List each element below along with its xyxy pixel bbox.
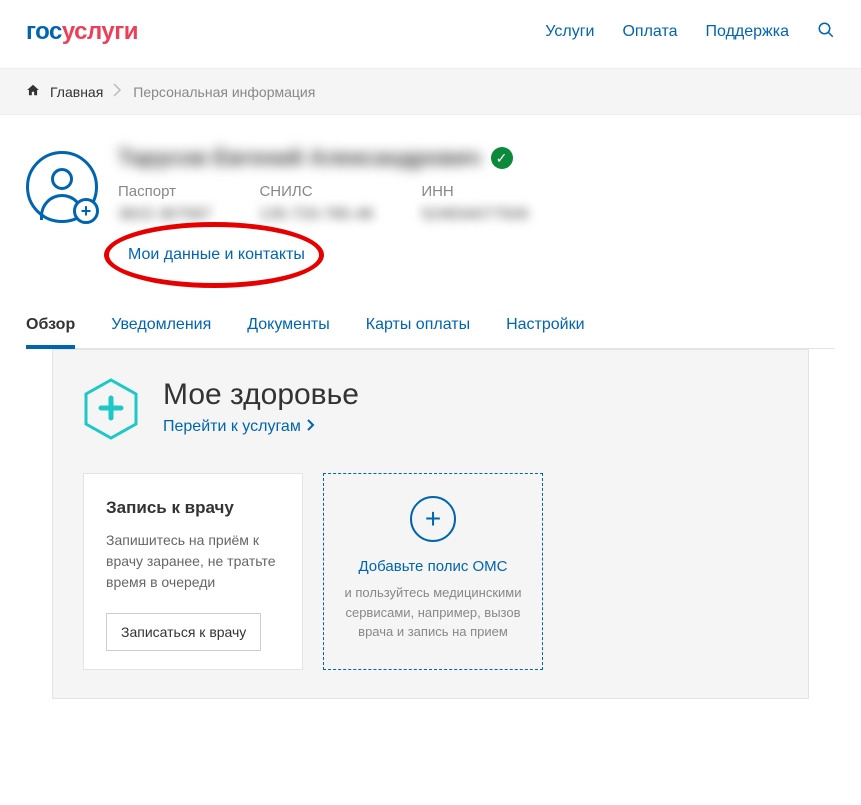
breadcrumb-separator-icon (113, 81, 123, 102)
tab-documents[interactable]: Документы (247, 304, 329, 348)
add-avatar-icon: + (73, 198, 99, 224)
home-icon (26, 83, 40, 100)
my-data-contacts-link[interactable]: Мои данные и контакты (122, 242, 311, 267)
chevron-right-icon (307, 418, 315, 436)
header: госуслуги Услуги Оплата Поддержка (0, 0, 861, 68)
tab-overview[interactable]: Обзор (26, 304, 75, 348)
search-icon[interactable] (817, 21, 835, 44)
profile-section: + Тарусов Евгений Александрович ✓ Паспор… (0, 115, 861, 304)
logo[interactable]: госуслуги (26, 18, 138, 46)
plus-circle-icon: + (410, 496, 456, 542)
verified-icon: ✓ (491, 147, 513, 169)
tab-notifications[interactable]: Уведомления (111, 304, 211, 348)
tabs: Обзор Уведомления Документы Карты оплаты… (26, 304, 835, 349)
add-oms-card[interactable]: + Добавьте полис ОМС и пользуйтесь медиц… (323, 473, 543, 670)
main-nav: Услуги Оплата Поддержка (545, 21, 835, 44)
passport-value: 3815 367587 (118, 206, 211, 224)
passport-block: Паспорт 3815 367587 (118, 183, 211, 224)
snils-block: СНИЛС 135-733-785-48 (259, 183, 373, 224)
add-oms-link[interactable]: Добавьте полис ОМС (358, 558, 507, 575)
doctor-card-title: Запись к врачу (106, 498, 280, 518)
user-name: Тарусов Евгений Александрович (118, 145, 481, 171)
nav-services[interactable]: Услуги (545, 23, 594, 41)
health-services-link[interactable]: Перейти к услугам (163, 418, 315, 436)
snils-label: СНИЛС (259, 183, 373, 200)
tab-settings[interactable]: Настройки (506, 304, 584, 348)
inn-block: ИНН 524834077509 (421, 183, 528, 224)
inn-label: ИНН (421, 183, 528, 200)
tab-payment-cards[interactable]: Карты оплаты (366, 304, 470, 348)
doctor-appointment-button[interactable]: Записаться к врачу (106, 613, 261, 651)
inn-value: 524834077509 (421, 206, 528, 224)
doctor-card-text: Запишитесь на приём к врачу заранее, не … (106, 530, 280, 593)
health-icon (83, 378, 139, 445)
avatar[interactable]: + (26, 151, 98, 294)
breadcrumb-current: Персональная информация (133, 84, 315, 100)
snils-value: 135-733-785-48 (259, 206, 373, 224)
health-title: Мое здоровье (163, 378, 359, 412)
doctor-appointment-card: Запись к врачу Запишитесь на приём к вра… (83, 473, 303, 670)
add-oms-text: и пользуйтесь медицинскими сервисами, на… (342, 583, 524, 642)
nav-support[interactable]: Поддержка (706, 23, 789, 41)
breadcrumb: Главная Персональная информация (0, 68, 861, 115)
nav-payment[interactable]: Оплата (622, 23, 677, 41)
breadcrumb-home[interactable]: Главная (50, 84, 103, 100)
passport-label: Паспорт (118, 183, 211, 200)
content-area: Мое здоровье Перейти к услугам Запись к … (52, 349, 809, 699)
